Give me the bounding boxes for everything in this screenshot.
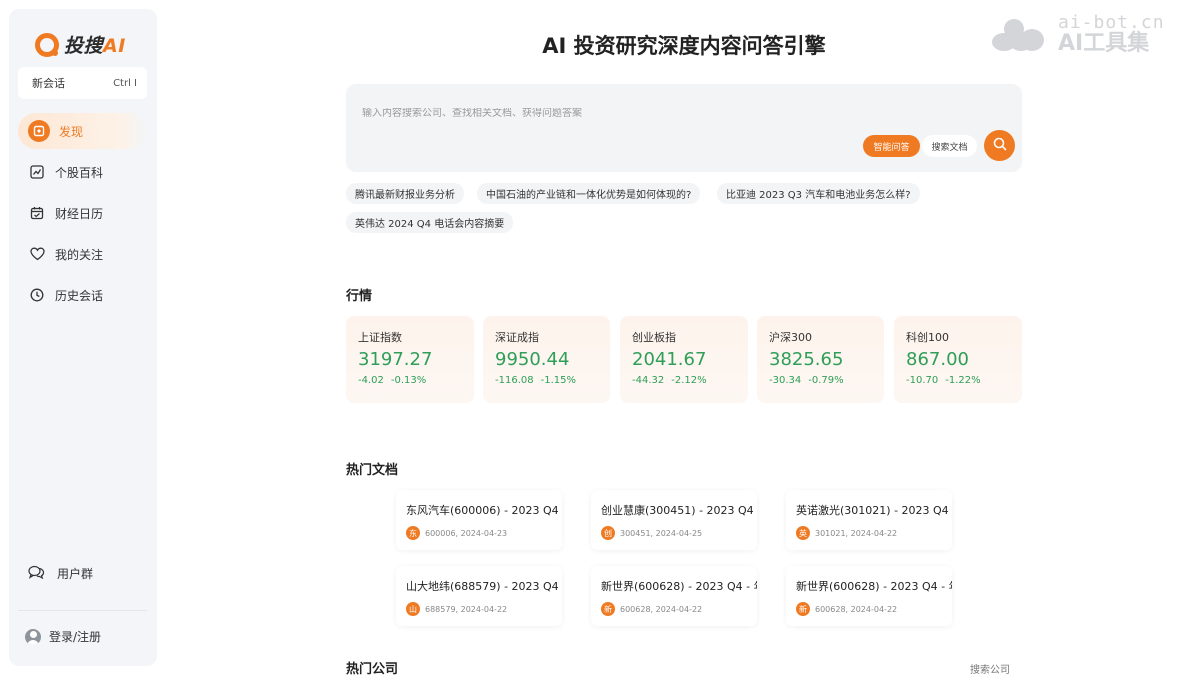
suggestion-chip[interactable]: 英伟达 2024 Q4 电话会内容摘要 bbox=[346, 212, 514, 233]
mode-search-docs-button[interactable]: 搜索文档 bbox=[922, 135, 977, 157]
index-value: 3197.27 bbox=[358, 349, 433, 370]
index-change-pct: -2.12% bbox=[671, 375, 707, 386]
index-value: 9950.44 bbox=[495, 349, 570, 370]
market-card[interactable]: 沪深300 3825.65 -30.34 -0.79% bbox=[757, 316, 884, 403]
index-change-pct: -1.22% bbox=[945, 375, 981, 386]
market-card[interactable]: 深证成指 9950.44 -116.08 -1.15% bbox=[483, 316, 610, 403]
new-chat-button[interactable]: 新会话 Ctrl I bbox=[18, 67, 147, 99]
sidebar-item-stock-wiki[interactable]: 个股百科 bbox=[18, 154, 147, 190]
doc-meta: 600006, 2024-04-23 bbox=[425, 528, 508, 538]
index-name: 科创100 bbox=[906, 331, 949, 344]
search-icon bbox=[993, 136, 1007, 155]
index-change: -44.32 bbox=[632, 375, 665, 386]
search-company-link[interactable]: 搜索公司 bbox=[970, 661, 1010, 675]
user-group-label: 用户群 bbox=[57, 567, 94, 581]
index-change: -30.34 bbox=[769, 375, 802, 386]
doc-card[interactable]: 英诺激光(301021) - 2023 Q4 - 英 301021, 2024-0… bbox=[786, 490, 952, 550]
doc-title: 东风汽车(600006) - 2023 Q4 - bbox=[406, 504, 562, 517]
index-name: 深证成指 bbox=[495, 331, 539, 344]
sidebar-item-calendar[interactable]: 财经日历 bbox=[18, 195, 147, 231]
market-card[interactable]: 上证指数 3197.27 -4.02 -0.13% bbox=[346, 316, 474, 403]
index-change: -4.02 bbox=[358, 375, 384, 386]
index-change-pct: -0.79% bbox=[808, 375, 844, 386]
doc-card[interactable]: 东风汽车(600006) - 2023 Q4 - 东 600006, 2024-0… bbox=[396, 490, 562, 550]
index-change-pct: -1.15% bbox=[540, 375, 576, 386]
sidebar-item-watchlist[interactable]: 我的关注 bbox=[18, 236, 147, 272]
sidebar-divider bbox=[18, 610, 147, 611]
search-input[interactable] bbox=[362, 108, 1002, 119]
doc-title: 新世界(600628) - 2023 Q4 - 年 bbox=[796, 580, 952, 593]
sidebar-item-history[interactable]: 历史会话 bbox=[18, 277, 147, 313]
search-box: 智能问答 搜索文档 bbox=[346, 84, 1022, 172]
doc-card[interactable]: 创业慧康(300451) - 2023 Q4 - 创 300451, 2024-0… bbox=[591, 490, 757, 550]
doc-title: 山大地纬(688579) - 2023 Q4 - bbox=[406, 580, 562, 593]
watermark-name: AI工具集 bbox=[1058, 31, 1150, 56]
doc-title: 创业慧康(300451) - 2023 Q4 - bbox=[601, 504, 757, 517]
search-button[interactable] bbox=[984, 130, 1015, 161]
doc-meta: 688579, 2024-04-22 bbox=[425, 604, 508, 614]
company-badge: 创 bbox=[601, 526, 615, 540]
logo-ai-text: AI bbox=[103, 35, 126, 57]
suggestion-chip[interactable]: 中国石油的产业链和一体化优势是如何体现的? bbox=[477, 183, 701, 204]
doc-card[interactable]: 山大地纬(688579) - 2023 Q4 - 山 688579, 2024-0… bbox=[396, 566, 562, 626]
heart-icon bbox=[28, 245, 46, 263]
index-name: 上证指数 bbox=[358, 331, 402, 344]
new-chat-shortcut: Ctrl I bbox=[113, 77, 137, 89]
doc-meta: 301021, 2024-04-22 bbox=[815, 528, 898, 538]
doc-meta: 600628, 2024-04-22 bbox=[815, 604, 898, 614]
suggestion-chip[interactable]: 比亚迪 2023 Q3 汽车和电池业务怎么样? bbox=[717, 183, 920, 204]
chat-bubbles-icon bbox=[28, 565, 45, 582]
logo[interactable]: 投搜AI bbox=[35, 31, 126, 58]
hot-docs-section-title: 热门文档 bbox=[346, 463, 399, 478]
chart-icon bbox=[28, 163, 46, 181]
market-card[interactable]: 创业板指 2041.67 -44.32 -2.12% bbox=[620, 316, 748, 403]
index-name: 创业板指 bbox=[632, 331, 676, 344]
company-badge: 英 bbox=[796, 526, 810, 540]
clock-icon bbox=[28, 286, 46, 304]
calendar-icon bbox=[28, 204, 46, 222]
watermark-url: ai-bot.cn bbox=[1058, 12, 1165, 33]
sidebar-item-label: 个股百科 bbox=[55, 165, 104, 180]
sidebar-nav: 发现 个股百科 财经日历 我的关注 历史会话 bbox=[18, 113, 147, 318]
index-change: -10.70 bbox=[906, 375, 939, 386]
discover-icon bbox=[28, 120, 50, 142]
doc-meta: 300451, 2024-04-25 bbox=[620, 528, 703, 538]
company-badge: 山 bbox=[406, 602, 420, 616]
index-value: 867.00 bbox=[906, 349, 969, 370]
market-card[interactable]: 科创100 867.00 -10.70 -1.22% bbox=[894, 316, 1022, 403]
doc-title: 新世界(600628) - 2023 Q4 - 年 bbox=[601, 580, 757, 593]
doc-card[interactable]: 新世界(600628) - 2023 Q4 - 年 新 600628, 2024-… bbox=[591, 566, 757, 626]
avatar-icon bbox=[25, 628, 41, 645]
doc-meta: 600628, 2024-04-22 bbox=[620, 604, 703, 614]
sidebar-item-label: 历史会话 bbox=[55, 288, 104, 303]
index-name: 沪深300 bbox=[769, 331, 812, 344]
page-title: AI 投资研究深度内容问答引擎 bbox=[542, 34, 826, 58]
hot-companies-section-title: 热门公司 bbox=[346, 662, 399, 675]
sidebar-item-label: 财经日历 bbox=[55, 206, 104, 221]
logo-icon bbox=[35, 32, 59, 57]
mode-smart-qa-button[interactable]: 智能问答 bbox=[863, 135, 920, 157]
suggestion-chip[interactable]: 腾讯最新财报业务分析 bbox=[346, 183, 464, 204]
market-section-title: 行情 bbox=[346, 289, 373, 304]
index-value: 3825.65 bbox=[769, 349, 844, 370]
logo-text: 投搜 bbox=[64, 35, 104, 57]
login-label: 登录/注册 bbox=[49, 630, 102, 644]
index-value: 2041.67 bbox=[632, 349, 707, 370]
company-badge: 新 bbox=[796, 602, 810, 616]
user-group-button[interactable]: 用户群 bbox=[28, 565, 93, 582]
doc-title: 英诺激光(301021) - 2023 Q4 - bbox=[796, 504, 952, 517]
sidebar: 投搜AI 新会话 Ctrl I 发现 个股百科 财经日历 我的关注 历史会话 用… bbox=[9, 9, 157, 666]
new-chat-label: 新会话 bbox=[32, 77, 65, 90]
company-badge: 东 bbox=[406, 526, 420, 540]
doc-card[interactable]: 新世界(600628) - 2023 Q4 - 年 新 600628, 2024-… bbox=[786, 566, 952, 626]
index-change-pct: -0.13% bbox=[390, 375, 427, 386]
sidebar-item-label: 发现 bbox=[59, 124, 84, 139]
sidebar-item-discover[interactable]: 发现 bbox=[18, 113, 147, 149]
login-button[interactable]: 登录/注册 bbox=[25, 628, 101, 645]
index-change: -116.08 bbox=[495, 375, 534, 386]
company-badge: 新 bbox=[601, 602, 615, 616]
sidebar-item-label: 我的关注 bbox=[55, 247, 104, 262]
